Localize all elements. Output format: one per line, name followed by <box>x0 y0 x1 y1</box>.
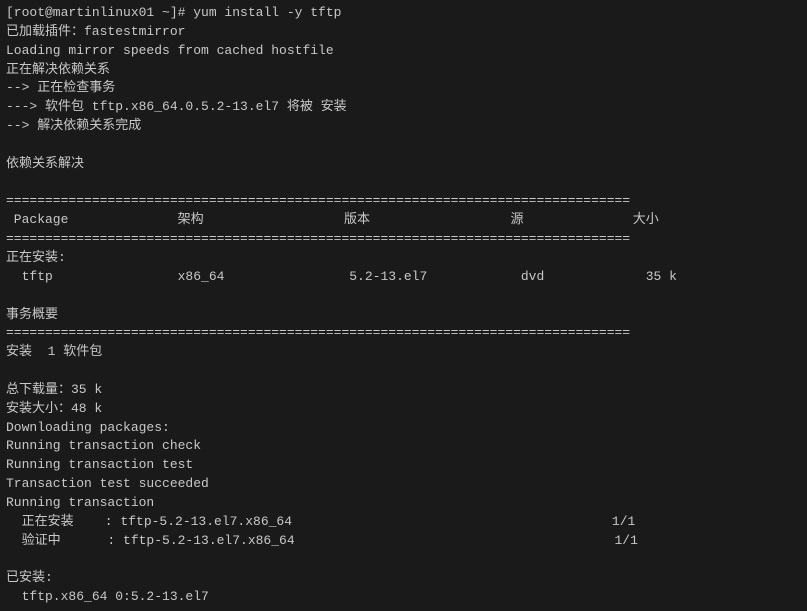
installing-pkg: 正在安装 : tftp-5.2-13.el7.x86_64 1/1 <box>6 513 801 532</box>
verifying-pkg: 验证中 : tftp-5.2-13.el7.x86_64 1/1 <box>6 532 801 551</box>
empty3 <box>6 287 801 306</box>
install-size: 安装大小：48 k <box>6 400 801 419</box>
pkg-tftp-row: tftp x86_64 5.2-13.el7 dvd 35 k <box>6 268 801 287</box>
downloading-pkgs: Downloading packages: <box>6 419 801 438</box>
divider3: ========================================… <box>6 324 801 343</box>
empty1 <box>6 136 801 155</box>
running-trans: Running transaction <box>6 494 801 513</box>
empty4 <box>6 362 801 381</box>
deps-resolved: --> 解决依赖关系完成 <box>6 117 801 136</box>
checking-trans: --> 正在检查事务 <box>6 79 801 98</box>
transaction-summary-label: 事务概要 <box>6 306 801 325</box>
cmd-line: [root@martinlinux01 ~]# yum install -y t… <box>6 4 801 23</box>
running-test: Running transaction test <box>6 456 801 475</box>
installing-label: 正在安装: <box>6 249 801 268</box>
dep-resolved-label: 依赖关系解决 <box>6 155 801 174</box>
installed-pkg: tftp.x86_64 0:5.2-13.el7 <box>6 588 801 607</box>
loading-mirrors: Loading mirror speeds from cached hostfi… <box>6 42 801 61</box>
pkg-to-install: ---> 软件包 tftp.x86_64.0.5.2-13.el7 将被 安装 <box>6 98 801 117</box>
resolving-deps: 正在解决依赖关系 <box>6 61 801 80</box>
terminal-window: [root@martinlinux01 ~]# yum install -y t… <box>0 0 807 611</box>
empty5 <box>6 550 801 569</box>
divider2: ========================================… <box>6 230 801 249</box>
table-header: Package 架构 版本 源 大小 <box>6 211 801 230</box>
plugin-loaded: 已加载插件：fastestmirror <box>6 23 801 42</box>
empty2 <box>6 174 801 193</box>
divider1: ========================================… <box>6 192 801 211</box>
installed-label: 已安装: <box>6 569 801 588</box>
total-download: 总下载量：35 k <box>6 381 801 400</box>
test-succeeded: Transaction test succeeded <box>6 475 801 494</box>
install-count: 安装 1 软件包 <box>6 343 801 362</box>
running-check: Running transaction check <box>6 437 801 456</box>
